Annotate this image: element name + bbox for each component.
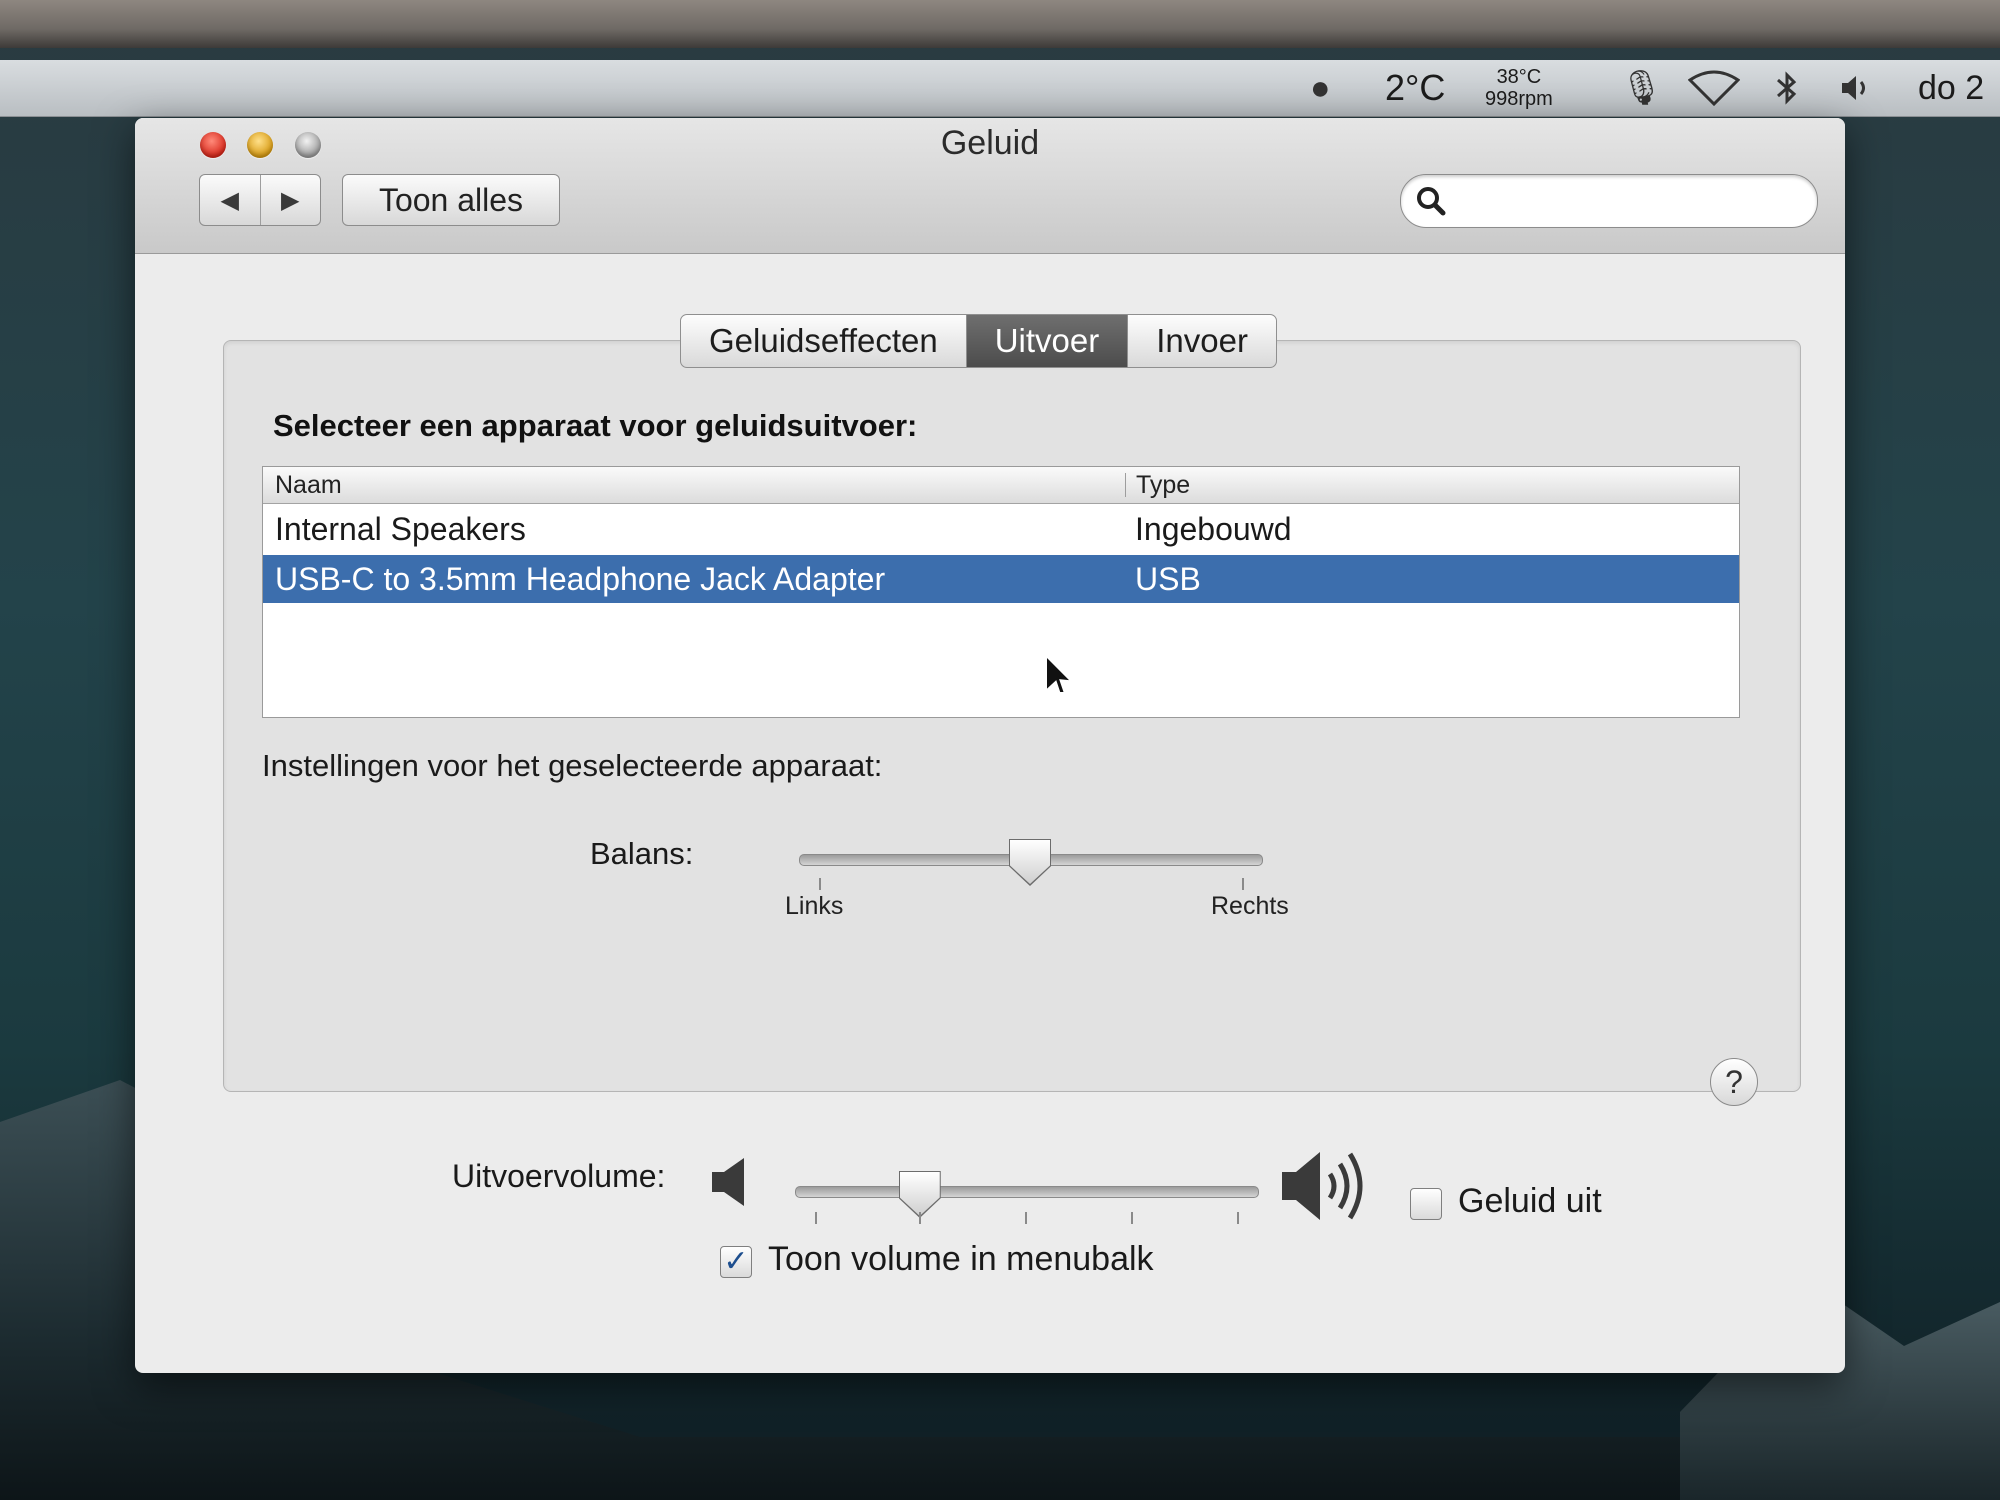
output-device-prompt: Selecteer een apparaat voor geluidsuitvo… bbox=[273, 408, 918, 443]
show-all-button[interactable]: Toon alles bbox=[342, 174, 560, 226]
volume-slider-thumb[interactable] bbox=[899, 1172, 940, 1216]
screen-bezel bbox=[0, 0, 2000, 48]
volume-tick bbox=[1131, 1212, 1133, 1224]
volume-tick bbox=[1237, 1212, 1239, 1224]
cpu-temperature: 38°C bbox=[1496, 66, 1542, 88]
tab-output[interactable]: Uitvoer bbox=[965, 315, 1128, 367]
window-toolbar: Geluid ◀ ▶ Toon alles bbox=[135, 118, 1845, 254]
wifi-icon[interactable] bbox=[1688, 60, 1740, 116]
speaker-low-icon bbox=[710, 1156, 754, 1219]
back-arrow-icon[interactable]: ◀ bbox=[200, 175, 260, 225]
search-icon bbox=[1415, 180, 1447, 229]
show-volume-in-menubar-checkbox[interactable]: ✓ bbox=[720, 1246, 752, 1278]
device-type: Ingebouwd bbox=[1135, 510, 1292, 547]
menubar-clock[interactable]: do 2 bbox=[1918, 60, 1984, 116]
tab-bar: Geluidseffecten Uitvoer Invoer bbox=[680, 314, 1277, 368]
table-row[interactable]: Internal Speakers Ingebouwd bbox=[263, 505, 1739, 553]
device-name: Internal Speakers bbox=[275, 510, 526, 547]
volume-tick bbox=[919, 1212, 921, 1224]
device-type: USB bbox=[1135, 560, 1201, 597]
mute-label: Geluid uit bbox=[1458, 1182, 1602, 1220]
help-button[interactable]: ? bbox=[1710, 1058, 1758, 1106]
forward-arrow-icon[interactable]: ▶ bbox=[259, 175, 321, 225]
fan-speed: 998rpm bbox=[1485, 88, 1553, 110]
system-stats[interactable]: 38°C 998rpm bbox=[1485, 60, 1553, 116]
sound-preferences-window: Geluid ◀ ▶ Toon alles Geluidseffecten Ui… bbox=[135, 118, 1845, 1373]
output-volume-slider[interactable] bbox=[795, 1186, 1259, 1198]
balance-tick-right bbox=[1242, 878, 1244, 890]
search-input[interactable] bbox=[1459, 183, 1793, 219]
balance-tick-left bbox=[819, 878, 821, 890]
weather-icon[interactable]: ● bbox=[1310, 60, 1331, 116]
device-settings-title: Instellingen voor het geselecteerde appa… bbox=[262, 748, 883, 783]
mute-checkbox[interactable] bbox=[1410, 1188, 1442, 1220]
table-row-selected[interactable]: USB-C to 3.5mm Headphone Jack Adapter US… bbox=[263, 555, 1739, 603]
balance-label: Balans: bbox=[590, 836, 694, 871]
menu-bar: ● 2°C 38°C 998rpm 🎙 do 2 bbox=[0, 60, 2000, 117]
window-title: Geluid bbox=[940, 124, 1040, 162]
tab-input[interactable]: Invoer bbox=[1127, 315, 1276, 367]
volume-icon[interactable] bbox=[1838, 60, 1870, 116]
bluetooth-icon[interactable] bbox=[1772, 60, 1802, 116]
tab-sound-effects[interactable]: Geluidseffecten bbox=[681, 315, 966, 367]
speaker-high-icon bbox=[1280, 1148, 1370, 1237]
output-volume-label: Uitvoervolume: bbox=[452, 1158, 666, 1194]
microphone-icon[interactable]: 🎙 bbox=[1620, 60, 1663, 116]
column-header-name[interactable]: Naam bbox=[275, 467, 342, 503]
search-field[interactable] bbox=[1400, 174, 1818, 228]
balance-right-label: Rechts bbox=[1211, 892, 1289, 920]
table-header: Naam Type bbox=[263, 467, 1739, 504]
device-name: USB-C to 3.5mm Headphone Jack Adapter bbox=[275, 560, 886, 597]
volume-tick bbox=[815, 1212, 817, 1224]
show-volume-in-menubar-label: Toon volume in menubalk bbox=[768, 1240, 1154, 1278]
weather-temperature[interactable]: 2°C bbox=[1385, 60, 1445, 116]
column-header-type[interactable]: Type bbox=[1125, 471, 1190, 499]
output-device-table: Naam Type Internal Speakers Ingebouwd US… bbox=[262, 466, 1740, 718]
volume-tick bbox=[1025, 1212, 1027, 1224]
navigation-buttons: ◀ ▶ bbox=[199, 174, 321, 226]
balance-left-label: Links bbox=[785, 892, 844, 920]
